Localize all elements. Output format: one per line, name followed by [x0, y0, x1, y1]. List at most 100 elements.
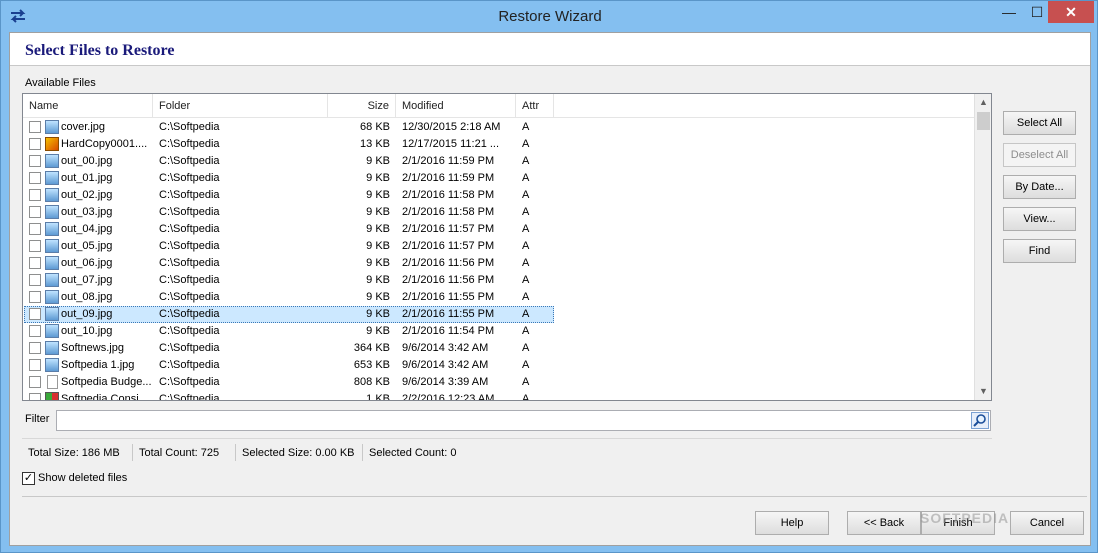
- table-row[interactable]: out_04.jpg C:\Softpedia 9 KB 2/1/2016 11:57…: [23, 221, 974, 238]
- status-divider: [235, 444, 236, 461]
- close-button[interactable]: ✕: [1048, 1, 1094, 23]
- row-checkbox[interactable]: [29, 376, 41, 388]
- cell-folder: C:\Softpedia: [159, 172, 220, 184]
- cell-folder: C:\Softpedia: [159, 359, 220, 371]
- filter-input[interactable]: [56, 410, 991, 431]
- table-row[interactable]: out_02.jpg C:\Softpedia 9 KB 2/1/2016 11:58…: [23, 187, 974, 204]
- scroll-down-icon[interactable]: ▼: [975, 383, 991, 400]
- table-row[interactable]: out_07.jpg C:\Softpedia 9 KB 2/1/2016 11:56…: [23, 272, 974, 289]
- column-header-attr[interactable]: Attr: [516, 94, 554, 118]
- maximize-button[interactable]: ☐: [1023, 1, 1051, 23]
- select-all-button[interactable]: Select All: [1003, 111, 1076, 135]
- image-icon: [45, 239, 59, 253]
- image-icon: [45, 188, 59, 202]
- cell-attr: A: [522, 359, 530, 371]
- row-checkbox[interactable]: [29, 172, 41, 184]
- cell-size: 9 KB: [366, 257, 390, 269]
- minimize-button[interactable]: —: [995, 1, 1023, 23]
- back-button[interactable]: << Back: [847, 511, 921, 535]
- table-row[interactable]: Softpedia Budge... C:\Softpedia 808 KB 9/6/…: [23, 374, 974, 391]
- table-row[interactable]: Softpedia 1.jpg C:\Softpedia 653 KB 9/6/201…: [23, 357, 974, 374]
- cell-attr: A: [522, 155, 530, 167]
- row-checkbox[interactable]: [29, 274, 41, 286]
- row-checkbox[interactable]: [29, 291, 41, 303]
- hardcopy-icon: [45, 137, 59, 151]
- row-checkbox[interactable]: [29, 325, 41, 337]
- status-selected-count: Selected Count: 0: [369, 447, 457, 459]
- cell-size: 9 KB: [366, 308, 390, 320]
- cell-name: Softpedia 1.jpg: [61, 359, 135, 371]
- row-checkbox[interactable]: [29, 308, 41, 320]
- cell-folder: C:\Softpedia: [159, 274, 220, 286]
- column-header-modified[interactable]: Modified: [396, 94, 516, 118]
- cell-modified: 2/1/2016 11:58 PM: [402, 206, 495, 218]
- cell-name: out_00.jpg: [61, 155, 113, 167]
- row-checkbox[interactable]: [29, 121, 41, 133]
- scroll-up-icon[interactable]: ▲: [975, 94, 991, 111]
- column-header-name[interactable]: Name: [23, 94, 153, 118]
- table-row[interactable]: out_10.jpg C:\Softpedia 9 KB 2/1/2016 11:54…: [23, 323, 974, 340]
- cell-attr: A: [522, 325, 530, 337]
- table-row[interactable]: out_05.jpg C:\Softpedia 9 KB 2/1/2016 11:57…: [23, 238, 974, 255]
- cell-size: 808 KB: [353, 376, 390, 388]
- cell-attr: A: [522, 240, 530, 252]
- row-checkbox[interactable]: [29, 138, 41, 150]
- find-button[interactable]: Find: [1003, 239, 1076, 263]
- row-checkbox[interactable]: [29, 223, 41, 235]
- table-row[interactable]: out_08.jpg C:\Softpedia 9 KB 2/1/2016 11:55…: [23, 289, 974, 306]
- list-header: Name Folder Size Modified Attr: [23, 94, 974, 118]
- table-row[interactable]: out_09.jpg C:\Softpedia 9 KB 2/1/2016 11:55…: [23, 306, 974, 323]
- image-icon: [45, 324, 59, 338]
- by-date-button[interactable]: By Date...: [1003, 175, 1076, 199]
- row-checkbox[interactable]: [29, 393, 41, 400]
- cell-modified: 2/1/2016 11:59 PM: [402, 172, 495, 184]
- status-divider: [362, 444, 363, 461]
- row-checkbox[interactable]: [29, 257, 41, 269]
- table-row[interactable]: out_03.jpg C:\Softpedia 9 KB 2/1/2016 11:58…: [23, 204, 974, 221]
- cell-attr: A: [522, 308, 530, 320]
- cell-attr: A: [522, 172, 530, 184]
- table-row[interactable]: Softpedia Consi... C:\Softpedia 1 KB 2/2/20…: [23, 391, 974, 400]
- row-checkbox[interactable]: [29, 206, 41, 218]
- cell-attr: A: [522, 121, 530, 133]
- cell-attr: A: [522, 291, 530, 303]
- restore-wizard-window: Restore Wizard — ☐ ✕ Select Files to Res…: [0, 0, 1098, 553]
- row-checkbox[interactable]: [29, 342, 41, 354]
- table-row[interactable]: Softnews.jpg C:\Softpedia 364 KB 9/6/2014 3…: [23, 340, 974, 357]
- cell-name: out_06.jpg: [61, 257, 113, 269]
- cell-attr: A: [522, 342, 530, 354]
- file-list[interactable]: Name Folder Size Modified Attr cover.jpg…: [22, 93, 992, 401]
- help-button[interactable]: Help: [755, 511, 829, 535]
- cell-modified: 12/17/2015 11:21 ...: [402, 138, 500, 150]
- cell-name: out_09.jpg: [61, 308, 113, 320]
- row-checkbox[interactable]: [29, 240, 41, 252]
- search-icon[interactable]: [971, 412, 989, 429]
- footer-divider: [22, 496, 1087, 497]
- column-header-size[interactable]: Size: [328, 94, 396, 118]
- cell-size: 9 KB: [366, 240, 390, 252]
- view-button[interactable]: View...: [1003, 207, 1076, 231]
- deselect-all-button[interactable]: Deselect All: [1003, 143, 1076, 167]
- row-checkbox[interactable]: [29, 155, 41, 167]
- cell-size: 9 KB: [366, 206, 390, 218]
- cell-size: 9 KB: [366, 155, 390, 167]
- table-row[interactable]: out_06.jpg C:\Softpedia 9 KB 2/1/2016 11:56…: [23, 255, 974, 272]
- scroll-thumb[interactable]: [977, 112, 990, 130]
- status-divider: [132, 444, 133, 461]
- table-row[interactable]: cover.jpg C:\Softpedia 68 KB 12/30/2015 2:1…: [23, 119, 974, 136]
- filter-label: Filter: [25, 413, 50, 425]
- column-header-folder[interactable]: Folder: [153, 94, 328, 118]
- row-checkbox[interactable]: [29, 189, 41, 201]
- vertical-scrollbar[interactable]: ▲ ▼: [974, 94, 991, 400]
- shortcut-icon: [45, 392, 59, 400]
- table-row[interactable]: out_00.jpg C:\Softpedia 9 KB 2/1/2016 11:59…: [23, 153, 974, 170]
- cell-name: out_02.jpg: [61, 189, 113, 201]
- table-row[interactable]: HardCopy0001.... C:\Softpedia 13 KB 12/17/2…: [23, 136, 974, 153]
- show-deleted-checkbox[interactable]: ✓: [22, 472, 35, 485]
- table-row[interactable]: out_01.jpg C:\Softpedia 9 KB 2/1/2016 11:59…: [23, 170, 974, 187]
- cancel-button[interactable]: Cancel: [1010, 511, 1084, 535]
- available-files-label: Available Files: [25, 77, 96, 89]
- cell-name: out_03.jpg: [61, 206, 113, 218]
- row-checkbox[interactable]: [29, 359, 41, 371]
- cell-attr: A: [522, 274, 530, 286]
